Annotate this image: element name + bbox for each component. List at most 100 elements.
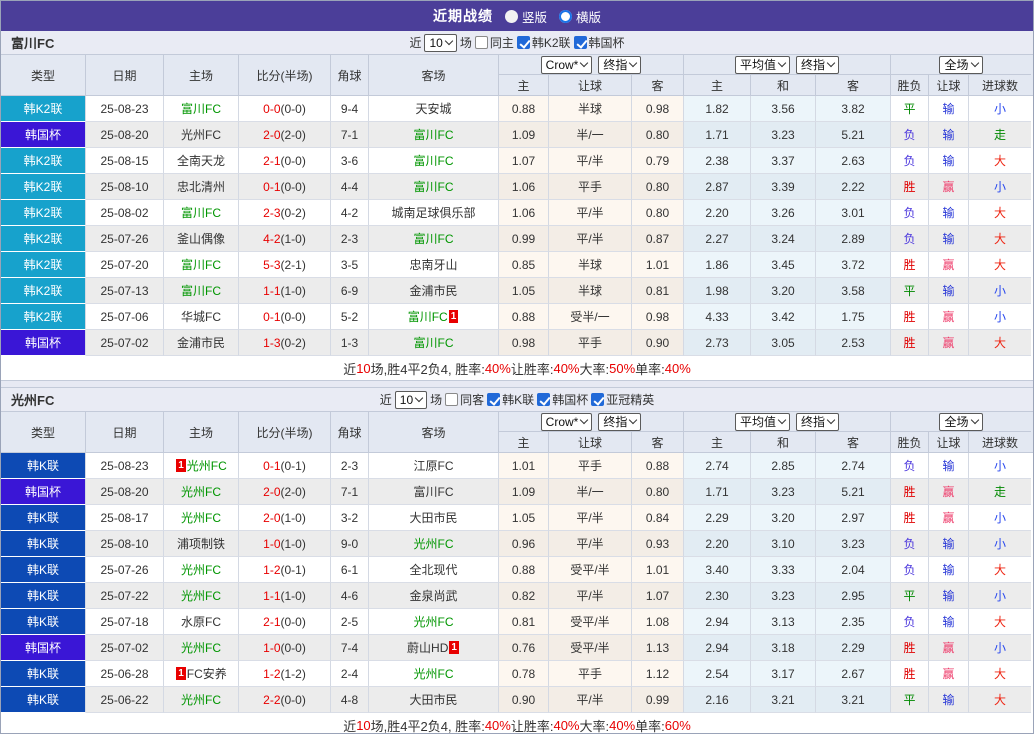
result-goals: 小 [969, 531, 1031, 557]
match-count-select[interactable]: 10 [424, 34, 456, 52]
same-venue-checkbox[interactable]: 同客 [445, 391, 484, 408]
match-count-select[interactable]: 10 [395, 391, 427, 409]
same-venue-checkbox[interactable]: 同主 [475, 34, 514, 51]
corner-score: 2-4 [331, 661, 369, 687]
sub-header-avg-away: 客 [816, 432, 891, 452]
score: 2-3(0-2) [239, 200, 331, 226]
fulltime-select[interactable]: 全场 [939, 413, 982, 431]
near-label: 近 [380, 391, 392, 408]
avg-away: 2.74 [816, 453, 891, 479]
match-type: 韩K联 [1, 531, 86, 557]
checkbox-unchecked-icon[interactable] [475, 36, 488, 49]
league-checkbox[interactable]: 韩K2联 [517, 34, 571, 51]
avg-away: 3.72 [816, 252, 891, 278]
layout-radio-vertical[interactable]: 竖版 [505, 7, 547, 26]
odds-away: 1.08 [632, 609, 684, 635]
avg-home: 4.33 [684, 304, 751, 330]
match-type: 韩K2联 [1, 252, 86, 278]
result-goals: 小 [969, 278, 1031, 304]
layout-radio-horizontal[interactable]: 横版 [559, 7, 601, 26]
average-select[interactable]: 平均值 [735, 413, 790, 431]
league-checkbox[interactable]: 韩国杯 [574, 34, 625, 51]
checkbox-checked-icon[interactable] [574, 36, 587, 49]
home-team: 光州FC [164, 583, 239, 609]
corner-score: 4-4 [331, 174, 369, 200]
bookmaker-dropdown-group: Crow* 终指 [499, 55, 684, 75]
home-team: 光州FC [164, 479, 239, 505]
odds-away: 0.98 [632, 96, 684, 122]
away-team: 富川FC [369, 122, 499, 148]
checkbox-checked-icon[interactable] [487, 393, 500, 406]
avg-home: 2.87 [684, 174, 751, 200]
match-type: 韩K2联 [1, 278, 86, 304]
average-select[interactable]: 平均值 [735, 56, 790, 74]
checkbox-checked-icon[interactable] [591, 393, 604, 406]
home-team: 1光州FC [164, 453, 239, 479]
result-wdl: 胜 [891, 252, 929, 278]
checkbox-checked-icon[interactable] [517, 36, 530, 49]
corner-score: 2-3 [331, 453, 369, 479]
away-team: 光州FC [369, 531, 499, 557]
odds-home: 1.06 [499, 174, 549, 200]
avg-home: 2.94 [684, 609, 751, 635]
result-handicap: 输 [929, 609, 969, 635]
league-checkbox[interactable]: 亚冠精英 [591, 391, 654, 408]
final-odds-select[interactable]: 终指 [598, 413, 641, 431]
avg-away: 5.21 [816, 479, 891, 505]
chevron-down-icon [580, 59, 588, 67]
odds-handicap: 受平/半 [549, 557, 632, 583]
result-handicap: 输 [929, 583, 969, 609]
match-date: 25-08-10 [86, 174, 164, 200]
final-odds-select[interactable]: 终指 [598, 56, 641, 74]
avg-home: 2.27 [684, 226, 751, 252]
avg-home: 2.38 [684, 148, 751, 174]
avg-draw: 3.21 [751, 687, 816, 713]
result-wdl: 胜 [891, 174, 929, 200]
final-odds-select-2[interactable]: 终指 [796, 56, 839, 74]
final-odds-select-2[interactable]: 终指 [796, 413, 839, 431]
match-date: 25-07-18 [86, 609, 164, 635]
away-team: 蔚山HD1 [369, 635, 499, 661]
fulltime-dropdown-group: 全场 [891, 412, 1031, 432]
radio-unchecked-icon[interactable] [505, 10, 518, 23]
odds-home: 0.76 [499, 635, 549, 661]
fulltime-select[interactable]: 全场 [939, 56, 982, 74]
bookmaker-select[interactable]: Crow* [541, 413, 593, 431]
home-team: 华城FC [164, 304, 239, 330]
red-card-badge: 1 [449, 310, 459, 323]
odds-home: 0.90 [499, 687, 549, 713]
odds-handicap: 平/半 [549, 505, 632, 531]
odds-away: 0.84 [632, 505, 684, 531]
odds-home: 0.78 [499, 661, 549, 687]
match-date: 25-08-02 [86, 200, 164, 226]
avg-home: 2.20 [684, 200, 751, 226]
match-type: 韩K联 [1, 505, 86, 531]
home-team: 光州FC [164, 505, 239, 531]
result-wdl: 平 [891, 96, 929, 122]
radio-checked-icon[interactable] [559, 10, 572, 23]
odds-handicap: 平/半 [549, 583, 632, 609]
average-dropdown-group: 平均值 终指 [684, 412, 891, 432]
odds-home: 0.82 [499, 583, 549, 609]
league-checkbox[interactable]: 韩国杯 [537, 391, 588, 408]
home-team: 富川FC [164, 96, 239, 122]
team-name: 光州FC [11, 390, 54, 409]
corner-score: 2-3 [331, 226, 369, 252]
avg-away: 2.89 [816, 226, 891, 252]
checkbox-checked-icon[interactable] [537, 393, 550, 406]
match-type: 韩K联 [1, 453, 86, 479]
score: 0-1(0-1) [239, 453, 331, 479]
odds-away: 1.13 [632, 635, 684, 661]
result-goals: 大 [969, 661, 1031, 687]
corner-score: 4-8 [331, 687, 369, 713]
bookmaker-select[interactable]: Crow* [541, 56, 593, 74]
league-checkbox[interactable]: 韩K联 [487, 391, 534, 408]
match-type: 韩K2联 [1, 226, 86, 252]
games-label: 场 [460, 34, 472, 51]
result-goals: 大 [969, 200, 1031, 226]
checkbox-unchecked-icon[interactable] [445, 393, 458, 406]
match-type: 韩K联 [1, 661, 86, 687]
score: 5-3(2-1) [239, 252, 331, 278]
match-date: 25-07-02 [86, 330, 164, 356]
result-goals: 大 [969, 330, 1031, 356]
